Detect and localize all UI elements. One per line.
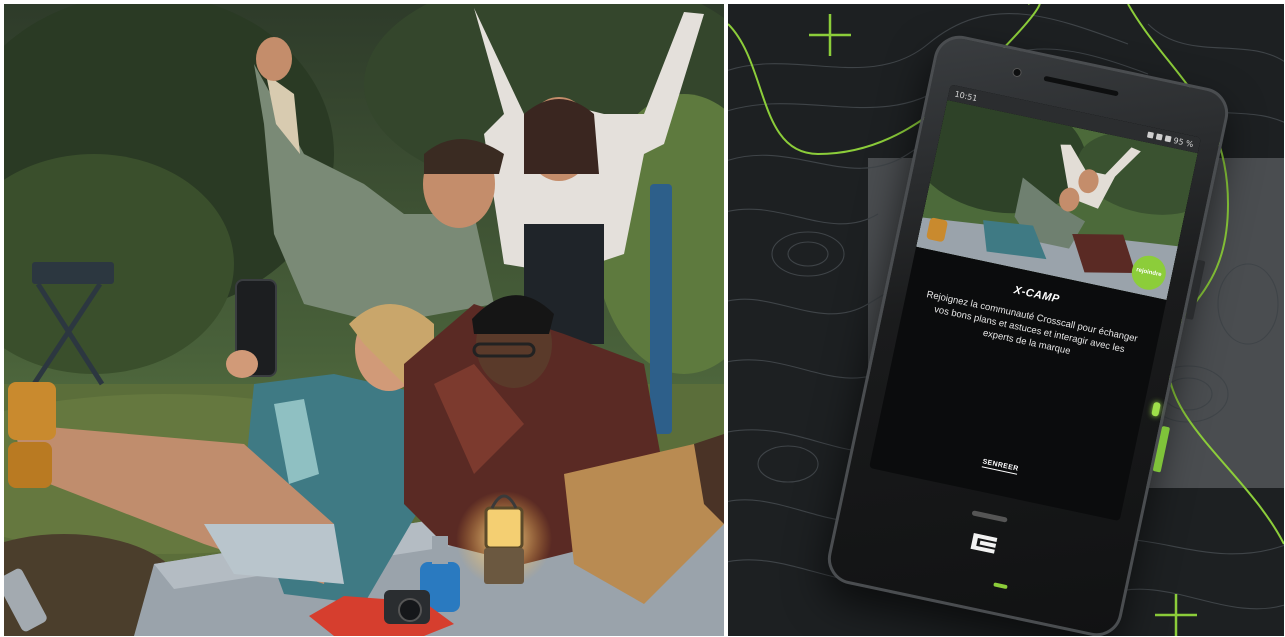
status-time: 10:51 bbox=[953, 89, 979, 103]
battery-level: 95 % bbox=[1172, 135, 1195, 149]
cta-label: SENREER bbox=[981, 458, 1020, 475]
plus-icon-bottom bbox=[1155, 594, 1197, 636]
camping-friends-photo bbox=[4, 4, 724, 636]
battery-icon bbox=[1164, 135, 1172, 143]
signal-icon bbox=[1155, 133, 1163, 141]
plus-icon-top bbox=[809, 14, 851, 56]
image-frame: 10:51 95 % rejoindre X-CAMP Rejoignez la… bbox=[0, 0, 1285, 637]
phone-promo-panel: 10:51 95 % rejoindre X-CAMP Rejoignez la… bbox=[728, 4, 1284, 636]
photo-illustration bbox=[4, 4, 724, 636]
wifi-icon bbox=[1146, 131, 1154, 139]
